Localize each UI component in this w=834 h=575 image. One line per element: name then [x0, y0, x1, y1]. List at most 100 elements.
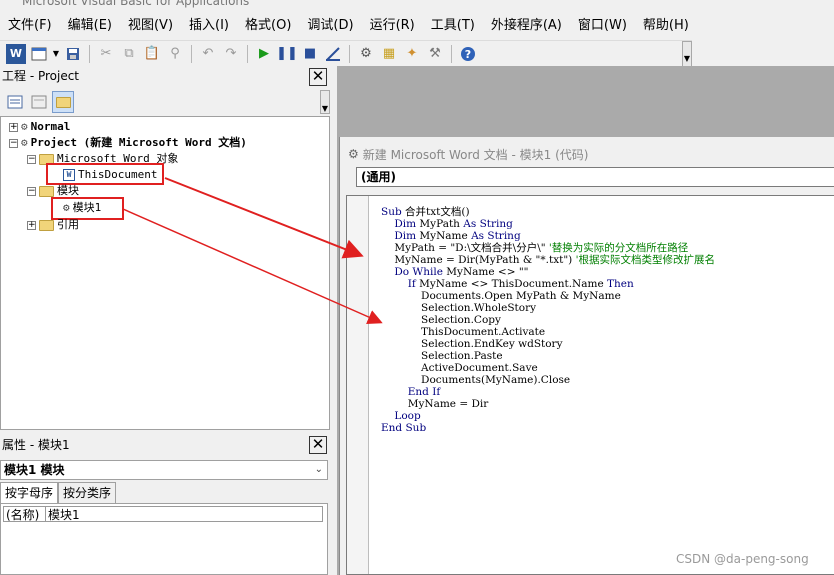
toggle-folders-icon[interactable]	[52, 91, 74, 113]
view-code-icon[interactable]	[4, 91, 26, 113]
collapse-icon[interactable]: −	[27, 186, 36, 196]
code-keyword: Do While	[394, 266, 443, 278]
code-line[interactable]: If MyName <> ThisDocument.Name Then	[381, 278, 715, 290]
code-keyword: Loop	[394, 410, 421, 422]
properties-grid: (名称) 模块1	[0, 503, 328, 575]
watermark: CSDN @da-peng-song	[676, 552, 809, 566]
collapse-icon[interactable]: −	[9, 138, 18, 148]
toolbox-icon[interactable]: ⚒	[425, 44, 445, 64]
menu-help[interactable]: 帮助(H)	[635, 14, 697, 38]
menu-addins[interactable]: 外接程序(A)	[483, 14, 570, 38]
code-line[interactable]: Dim MyPath As String	[381, 218, 715, 230]
project-pane-title: 工程 - Project	[2, 69, 80, 83]
paste-icon[interactable]: 📋	[142, 44, 162, 64]
menu-window[interactable]: 窗口(W)	[570, 14, 635, 38]
code-line[interactable]: MyPath = "D:\文档合并\分户\" '替换为实际的分文档所在路径	[381, 242, 715, 254]
tree-node-normal[interactable]: + ⚙ Normal	[9, 119, 70, 135]
properties-icon[interactable]: ▦	[379, 44, 399, 64]
cut-icon[interactable]: ✂	[96, 44, 116, 64]
code-line[interactable]: Selection.Copy	[381, 314, 715, 326]
code-token: MyName <> ""	[442, 266, 529, 278]
code-line[interactable]: Documents(MyName).Close	[381, 374, 715, 386]
code-line[interactable]: ThisDocument.Activate	[381, 326, 715, 338]
standard-toolbar: W ▼ ✂ ⧉ 📋 ⚲ ↶ ↷ ▶ ❚❚ ■ ⚙ ▦ ✦ ⚒ ? ▼	[0, 40, 692, 67]
toolbar-overflow-icon[interactable]: ▼	[320, 90, 330, 114]
property-value[interactable]: 模块1	[46, 507, 322, 522]
code-token: MyName = Dir(MyPath & "*.txt")	[381, 254, 576, 266]
menu-tools[interactable]: 工具(T)	[423, 14, 483, 38]
tree-node-project[interactable]: − ⚙ Project (新建 Microsoft Word 文档)	[9, 135, 247, 151]
toolbar-separator	[349, 44, 350, 63]
code-line[interactable]: MyName = Dir(MyPath & "*.txt") '根据实际文档类型…	[381, 254, 715, 266]
word-icon[interactable]: W	[6, 43, 26, 64]
save-icon[interactable]	[63, 44, 83, 64]
code-line[interactable]: Sub 合并txt文档()	[381, 206, 715, 218]
undo-icon[interactable]: ↶	[198, 44, 218, 64]
close-icon[interactable]: ✕	[309, 436, 327, 454]
run-icon[interactable]: ▶	[254, 44, 274, 64]
code-keyword: As String	[463, 218, 513, 230]
chevron-down-icon[interactable]: ⌄	[315, 461, 323, 479]
menu-file[interactable]: 文件(F)	[0, 14, 60, 38]
vba-project-icon: ⚙	[21, 136, 28, 149]
menu-insert[interactable]: 插入(I)	[181, 14, 237, 38]
code-token: MyName	[416, 230, 472, 242]
code-line[interactable]: MyName = Dir	[381, 398, 715, 410]
expand-icon[interactable]: +	[9, 122, 18, 132]
code-line[interactable]: Selection.EndKey wdStory	[381, 338, 715, 350]
code-line[interactable]: Loop	[381, 410, 715, 422]
toolbar-overflow-icon[interactable]: ▼	[682, 41, 692, 67]
code-window-title: ⚙ 新建 Microsoft Word 文档 - 模块1 (代码)	[348, 147, 589, 162]
break-icon[interactable]: ❚❚	[276, 44, 298, 64]
code-line[interactable]: Selection.WholeStory	[381, 302, 715, 314]
expand-icon[interactable]: +	[27, 220, 36, 230]
properties-tabs: 按字母序 按分类序	[0, 482, 330, 504]
redo-icon[interactable]: ↷	[221, 44, 241, 64]
property-row[interactable]: (名称) 模块1	[3, 506, 323, 522]
code-line[interactable]: Documents.Open MyPath & MyName	[381, 290, 715, 302]
menu-run[interactable]: 运行(R)	[362, 14, 423, 38]
properties-pane-title: 属性 - 模块1	[2, 438, 70, 452]
code-line[interactable]: Dim MyName As String	[381, 230, 715, 242]
tab-alphabetic[interactable]: 按字母序	[0, 482, 59, 504]
copy-icon[interactable]: ⧉	[119, 44, 139, 64]
code-text[interactable]: Sub 合并txt文档() Dim MyPath As String Dim M…	[381, 206, 715, 434]
code-window: ⚙ 新建 Microsoft Word 文档 - 模块1 (代码) (通用) S…	[339, 137, 834, 575]
code-line[interactable]: Selection.Paste	[381, 350, 715, 362]
code-line[interactable]: End Sub	[381, 422, 715, 434]
code-line[interactable]: Do While MyName <> ""	[381, 266, 715, 278]
vba-editor-window: Microsoft Visual Basic for Applications …	[0, 0, 834, 575]
help-icon[interactable]: ?	[458, 44, 478, 64]
dropdown-arrow-icon[interactable]: ▼	[52, 44, 60, 64]
menu-view[interactable]: 视图(V)	[120, 14, 181, 38]
object-browser-icon[interactable]: ✦	[402, 44, 422, 64]
tab-categorized[interactable]: 按分类序	[58, 482, 117, 504]
window-title: Microsoft Visual Basic for Applications	[22, 0, 250, 8]
reset-icon[interactable]: ■	[300, 44, 320, 64]
view-object-icon[interactable]	[28, 91, 50, 113]
margin-indicator-bar[interactable]	[347, 196, 369, 574]
menu-edit[interactable]: 编辑(E)	[60, 14, 120, 38]
code-comment: '替换为实际的分文档所在路径	[548, 242, 689, 254]
code-token: 合并txt文档()	[401, 206, 470, 218]
code-line[interactable]: End If	[381, 386, 715, 398]
project-explorer-icon[interactable]: ⚙	[356, 44, 376, 64]
folder-open-icon	[39, 185, 54, 197]
toolbar-separator	[451, 44, 452, 63]
object-selector[interactable]: 模块1 模块 ⌄	[0, 460, 328, 480]
menu-debug[interactable]: 调试(D)	[299, 14, 361, 38]
close-icon[interactable]: ✕	[309, 68, 327, 86]
project-tree: + ⚙ Normal − ⚙ Project (新建 Microsoft Wor…	[0, 116, 330, 430]
code-editor[interactable]: Sub 合并txt文档() Dim MyPath As String Dim M…	[346, 195, 834, 575]
find-icon[interactable]: ⚲	[165, 44, 185, 64]
object-combo[interactable]: (通用)	[356, 167, 834, 187]
collapse-icon[interactable]: −	[27, 154, 36, 164]
insert-form-icon[interactable]	[29, 44, 49, 64]
code-token: Documents.Open MyPath & MyName	[381, 290, 621, 302]
code-window-icon: ⚙	[348, 147, 359, 161]
vba-project-icon: ⚙	[21, 120, 28, 133]
menu-format[interactable]: 格式(O)	[237, 14, 299, 38]
design-mode-icon[interactable]	[323, 44, 343, 64]
code-line[interactable]: ActiveDocument.Save	[381, 362, 715, 374]
tree-node-references[interactable]: + 引用	[27, 217, 79, 233]
